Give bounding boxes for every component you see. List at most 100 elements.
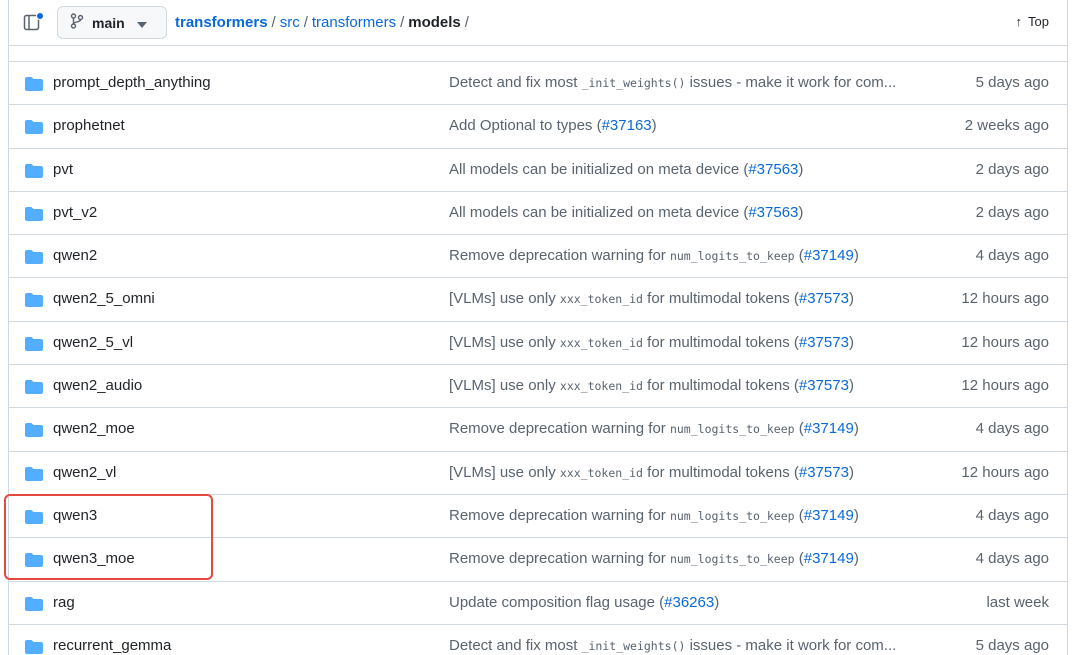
table-row[interactable]: qwen2_vl [VLMs] use only xxx_token_id for…	[9, 451, 1067, 495]
breadcrumb-src[interactable]: src	[280, 14, 300, 31]
folder-icon	[25, 163, 43, 178]
folder-icon	[25, 293, 43, 308]
commit-message[interactable]: All models can be initialized on meta de…	[449, 161, 929, 178]
commit-message[interactable]: Update composition flag usage (#36263)	[449, 594, 929, 611]
commit-text: [VLMs] use only	[449, 333, 560, 351]
folder-name-link[interactable]: qwen2_audio	[53, 377, 142, 394]
pr-link[interactable]: #37149	[804, 507, 854, 524]
folder-name-link[interactable]: rag	[53, 594, 75, 611]
pr-link[interactable]: #37563	[748, 161, 798, 178]
commit-message[interactable]: [VLMs] use only xxx_token_id for multimo…	[449, 464, 929, 481]
table-row[interactable]: recurrent_gemma Detect and fix most _init…	[9, 624, 1067, 655]
folder-name-link[interactable]: prompt_depth_anything	[53, 74, 211, 91]
code-snippet: _init_weights()	[581, 76, 686, 90]
folder-name-link[interactable]: qwen3	[53, 507, 97, 524]
folder-name-link[interactable]: pvt	[53, 161, 73, 178]
folder-name-link[interactable]: pvt_v2	[53, 204, 97, 221]
commit-date: 5 days ago	[975, 74, 1049, 91]
folder-name-link[interactable]: qwen2_5_vl	[53, 334, 133, 351]
commit-message[interactable]: Remove deprecation warning for num_logit…	[449, 507, 929, 524]
table-row[interactable]: qwen2_audio [VLMs] use only xxx_token_id …	[9, 365, 1067, 409]
commit-text: )	[853, 420, 859, 438]
table-row[interactable]: qwen3 Remove deprecation warning for num_…	[9, 494, 1067, 539]
commit-message[interactable]: Remove deprecation warning for num_logit…	[449, 420, 929, 437]
folder-name-link[interactable]: qwen3_moe	[53, 550, 135, 567]
commit-text: Detect and fix most	[449, 74, 582, 91]
folder-icon	[25, 509, 43, 524]
table-row[interactable]: rag Update composition flag usage (#36263…	[9, 581, 1067, 625]
arrow-up-icon: ↑	[1015, 14, 1023, 29]
pr-link[interactable]: #37149	[804, 550, 854, 567]
table-row[interactable]: qwen2_5_vl [VLMs] use only xxx_token_id f…	[9, 321, 1067, 366]
pr-link[interactable]: #37573	[799, 464, 849, 481]
folder-name-link[interactable]: recurrent_gemma	[53, 637, 171, 654]
folder-name-link[interactable]: prophetnet	[53, 117, 125, 134]
pr-link[interactable]: #37563	[748, 204, 798, 221]
commit-text: (	[794, 420, 804, 438]
commit-text: All models can be initialized on meta de…	[449, 203, 749, 221]
table-row[interactable]: qwen3_moe Remove deprecation warning for …	[9, 538, 1067, 582]
folder-name-link[interactable]: qwen2_vl	[53, 464, 116, 481]
pr-link[interactable]: #37149	[804, 420, 854, 437]
commit-text: )	[798, 160, 804, 178]
table-row[interactable]: prompt_depth_anything Detect and fix most…	[9, 62, 1067, 106]
commit-message[interactable]: [VLMs] use only xxx_token_id for multimo…	[449, 334, 929, 351]
commit-message[interactable]: Remove deprecation warning for num_logit…	[449, 247, 929, 264]
commit-text: )	[848, 463, 854, 481]
commit-date: 12 hours ago	[961, 333, 1049, 351]
commit-text: Add Optional to types (	[449, 117, 602, 135]
breadcrumb: transformers / src / transformers / models /	[175, 14, 473, 32]
branch-name: main	[92, 14, 125, 31]
file-header: main transformers / src / transformers / model…	[9, 0, 1067, 46]
commit-text: [VLMs] use only	[449, 463, 560, 481]
top-label: Top	[1028, 14, 1049, 29]
pr-link[interactable]: #37163	[602, 117, 652, 134]
commit-message[interactable]: Detect and fix most _init_weights() issu…	[449, 74, 929, 91]
side-panel-icon[interactable]	[23, 12, 45, 32]
pr-link[interactable]: #37573	[799, 334, 849, 351]
commit-date: 2 days ago	[975, 203, 1049, 221]
code-snippet: num_logits_to_keep	[669, 249, 795, 264]
commit-date: 4 days ago	[975, 550, 1049, 568]
file-list: prompt_depth_anything Detect and fix most…	[9, 62, 1067, 655]
folder-name-link[interactable]: qwen2	[53, 247, 97, 264]
commit-text: for multimodal tokens (	[642, 333, 799, 351]
commit-text: )	[714, 593, 720, 611]
breadcrumb-current: models	[408, 14, 461, 31]
pr-link[interactable]: #37149	[804, 247, 854, 264]
pr-link[interactable]: #37573	[799, 377, 849, 394]
breadcrumb-transformers[interactable]: transformers	[312, 14, 396, 31]
commit-text: issues - make it work for com...	[685, 74, 897, 91]
table-row[interactable]: qwen2_moe Remove deprecation warning for …	[9, 408, 1067, 452]
table-row[interactable]: pvt All models can be initialized on meta…	[9, 148, 1067, 192]
commit-text: )	[848, 290, 854, 308]
breadcrumb-repo[interactable]: transformers	[175, 14, 268, 31]
commit-text: (	[794, 550, 804, 568]
commit-message[interactable]: [VLMs] use only xxx_token_id for multimo…	[449, 290, 929, 307]
commit-date: 12 hours ago	[961, 463, 1049, 481]
folder-name-link[interactable]: qwen2_moe	[53, 420, 135, 437]
branch-selector-button[interactable]: main	[57, 6, 167, 39]
pr-link[interactable]: #37573	[799, 290, 849, 307]
commit-text: for multimodal tokens (	[642, 290, 799, 308]
folder-icon	[25, 466, 43, 481]
table-row[interactable]: pvt_v2 All models can be initialized on m…	[9, 191, 1067, 236]
commit-message[interactable]: Add Optional to types (#37163)	[449, 117, 929, 134]
table-row[interactable]: qwen2 Remove deprecation warning for num_…	[9, 235, 1067, 279]
breadcrumb-separator: /	[464, 14, 469, 31]
folder-name-link[interactable]: qwen2_5_omni	[53, 290, 155, 307]
code-snippet: xxx_token_id	[559, 292, 643, 307]
commit-message[interactable]: Detect and fix most _init_weights() issu…	[449, 637, 929, 654]
commit-message[interactable]: Remove deprecation warning for num_logit…	[449, 550, 929, 567]
top-button[interactable]: ↑ Top	[1016, 14, 1049, 29]
commit-message[interactable]: [VLMs] use only xxx_token_id for multimo…	[449, 377, 929, 394]
commit-text: )	[853, 550, 859, 568]
pr-link[interactable]: #36263	[664, 594, 714, 611]
code-snippet: _init_weights()	[581, 638, 686, 653]
table-row[interactable]: qwen2_5_omni [VLMs] use only xxx_token_id…	[9, 278, 1067, 322]
table-row[interactable]: prophetnet Add Optional to types (#37163)…	[9, 105, 1067, 149]
commit-message[interactable]: All models can be initialized on meta de…	[449, 204, 929, 221]
commit-text: All models can be initialized on meta de…	[449, 160, 749, 178]
code-snippet: xxx_token_id	[559, 379, 643, 394]
commit-text: Remove deprecation warning for	[449, 506, 670, 524]
